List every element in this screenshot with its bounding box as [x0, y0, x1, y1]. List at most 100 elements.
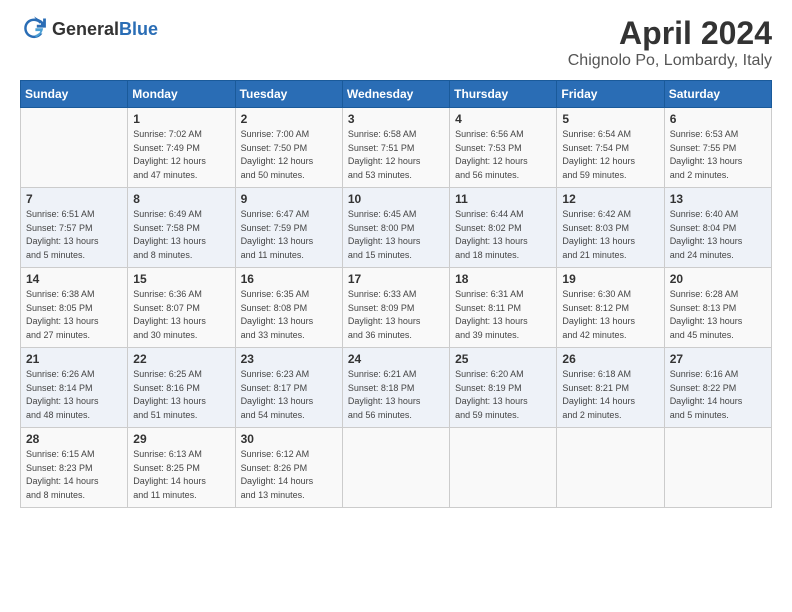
day-number: 5	[562, 112, 658, 126]
calendar-cell: 12Sunrise: 6:42 AM Sunset: 8:03 PM Dayli…	[557, 188, 664, 268]
calendar-cell: 15 Sunrise: 6:36 AM Sunset: 8:07 PM Dayli…	[128, 268, 235, 348]
logo-blue: Blue	[119, 19, 158, 39]
day-info: Sunrise: 6:13 AM Sunset: 8:25 PM Dayligh…	[133, 448, 229, 502]
calendar-cell: 26Sunrise: 6:18 AM Sunset: 8:21 PM Dayli…	[557, 348, 664, 428]
logo: GeneralBlue	[20, 15, 158, 43]
day-info: Sunrise: 7:00 AM Sunset: 7:50 PM Dayligh…	[241, 128, 337, 182]
calendar-week-row: 21 Sunrise: 6:26 AM Sunset: 8:14 PM Dayli…	[21, 348, 772, 428]
day-info: Sunrise: 6:33 AM Sunset: 8:09 PM Dayligh…	[348, 288, 444, 342]
day-number: 8	[133, 192, 229, 206]
calendar-cell: 23Sunrise: 6:23 AM Sunset: 8:17 PM Dayli…	[235, 348, 342, 428]
day-info: Sunrise: 6:49 AM Sunset: 7:58 PM Dayligh…	[133, 208, 229, 262]
logo-icon	[20, 15, 48, 43]
calendar-cell: 24 Sunrise: 6:21 AM Sunset: 8:18 PM Dayli…	[342, 348, 449, 428]
day-number: 25	[455, 352, 551, 366]
day-number: 6	[670, 112, 766, 126]
day-number: 24	[348, 352, 444, 366]
calendar-week-row: 7 Sunrise: 6:51 AM Sunset: 7:57 PM Daylig…	[21, 188, 772, 268]
calendar-day-header: Friday	[557, 81, 664, 108]
day-info: Sunrise: 6:44 AM Sunset: 8:02 PM Dayligh…	[455, 208, 551, 262]
day-number: 17	[348, 272, 444, 286]
day-info: Sunrise: 6:26 AM Sunset: 8:14 PM Dayligh…	[26, 368, 122, 422]
day-info: Sunrise: 6:21 AM Sunset: 8:18 PM Dayligh…	[348, 368, 444, 422]
calendar-cell: 21 Sunrise: 6:26 AM Sunset: 8:14 PM Dayli…	[21, 348, 128, 428]
day-info: Sunrise: 6:31 AM Sunset: 8:11 PM Dayligh…	[455, 288, 551, 342]
calendar-cell	[664, 428, 771, 508]
day-number: 7	[26, 192, 122, 206]
day-number: 29	[133, 432, 229, 446]
day-info: Sunrise: 6:51 AM Sunset: 7:57 PM Dayligh…	[26, 208, 122, 262]
calendar-week-row: 28Sunrise: 6:15 AM Sunset: 8:23 PM Dayli…	[21, 428, 772, 508]
location: Chignolo Po, Lombardy, Italy	[568, 52, 772, 70]
day-info: Sunrise: 6:15 AM Sunset: 8:23 PM Dayligh…	[26, 448, 122, 502]
day-info: Sunrise: 6:20 AM Sunset: 8:19 PM Dayligh…	[455, 368, 551, 422]
calendar-cell	[450, 428, 557, 508]
calendar-cell: 19 Sunrise: 6:30 AM Sunset: 8:12 PM Dayli…	[557, 268, 664, 348]
calendar-cell: 25 Sunrise: 6:20 AM Sunset: 8:19 PM Dayli…	[450, 348, 557, 428]
day-number: 11	[455, 192, 551, 206]
calendar-cell	[21, 108, 128, 188]
day-info: Sunrise: 6:36 AM Sunset: 8:07 PM Dayligh…	[133, 288, 229, 342]
day-number: 15	[133, 272, 229, 286]
day-info: Sunrise: 6:53 AM Sunset: 7:55 PM Dayligh…	[670, 128, 766, 182]
calendar-cell: 30 Sunrise: 6:12 AM Sunset: 8:26 PM Dayli…	[235, 428, 342, 508]
day-info: Sunrise: 6:18 AM Sunset: 8:21 PM Dayligh…	[562, 368, 658, 422]
calendar-cell: 9Sunrise: 6:47 AM Sunset: 7:59 PM Daylig…	[235, 188, 342, 268]
day-number: 12	[562, 192, 658, 206]
calendar-cell: 1 Sunrise: 7:02 AM Sunset: 7:49 PM Daylig…	[128, 108, 235, 188]
day-info: Sunrise: 6:47 AM Sunset: 7:59 PM Dayligh…	[241, 208, 337, 262]
header: GeneralBlue April 2024 Chignolo Po, Lomb…	[20, 15, 772, 70]
calendar-cell: 18Sunrise: 6:31 AM Sunset: 8:11 PM Dayli…	[450, 268, 557, 348]
calendar-cell: 2 Sunrise: 7:00 AM Sunset: 7:50 PM Daylig…	[235, 108, 342, 188]
calendar-header-row: SundayMondayTuesdayWednesdayThursdayFrid…	[21, 81, 772, 108]
calendar-cell: 29 Sunrise: 6:13 AM Sunset: 8:25 PM Dayli…	[128, 428, 235, 508]
day-number: 21	[26, 352, 122, 366]
day-info: Sunrise: 6:25 AM Sunset: 8:16 PM Dayligh…	[133, 368, 229, 422]
calendar-cell: 5 Sunrise: 6:54 AM Sunset: 7:54 PM Daylig…	[557, 108, 664, 188]
calendar-day-header: Monday	[128, 81, 235, 108]
calendar-week-row: 14Sunrise: 6:38 AM Sunset: 8:05 PM Dayli…	[21, 268, 772, 348]
calendar-day-header: Sunday	[21, 81, 128, 108]
logo-text: GeneralBlue	[52, 19, 158, 40]
day-info: Sunrise: 6:12 AM Sunset: 8:26 PM Dayligh…	[241, 448, 337, 502]
day-info: Sunrise: 6:30 AM Sunset: 8:12 PM Dayligh…	[562, 288, 658, 342]
calendar-day-header: Wednesday	[342, 81, 449, 108]
day-number: 30	[241, 432, 337, 446]
day-info: Sunrise: 6:54 AM Sunset: 7:54 PM Dayligh…	[562, 128, 658, 182]
day-number: 14	[26, 272, 122, 286]
calendar-day-header: Tuesday	[235, 81, 342, 108]
calendar-cell: 11 Sunrise: 6:44 AM Sunset: 8:02 PM Dayli…	[450, 188, 557, 268]
day-info: Sunrise: 6:56 AM Sunset: 7:53 PM Dayligh…	[455, 128, 551, 182]
calendar-cell: 22Sunrise: 6:25 AM Sunset: 8:16 PM Dayli…	[128, 348, 235, 428]
calendar-cell: 14Sunrise: 6:38 AM Sunset: 8:05 PM Dayli…	[21, 268, 128, 348]
day-info: Sunrise: 7:02 AM Sunset: 7:49 PM Dayligh…	[133, 128, 229, 182]
main-container: GeneralBlue April 2024 Chignolo Po, Lomb…	[0, 0, 792, 518]
calendar-cell: 4 Sunrise: 6:56 AM Sunset: 7:53 PM Daylig…	[450, 108, 557, 188]
calendar-cell: 8 Sunrise: 6:49 AM Sunset: 7:58 PM Daylig…	[128, 188, 235, 268]
day-number: 3	[348, 112, 444, 126]
logo-general: General	[52, 19, 119, 39]
calendar-cell: 28Sunrise: 6:15 AM Sunset: 8:23 PM Dayli…	[21, 428, 128, 508]
calendar-day-header: Thursday	[450, 81, 557, 108]
calendar-cell: 13 Sunrise: 6:40 AM Sunset: 8:04 PM Dayli…	[664, 188, 771, 268]
calendar-cell	[557, 428, 664, 508]
calendar-cell: 27Sunrise: 6:16 AM Sunset: 8:22 PM Dayli…	[664, 348, 771, 428]
calendar-cell: 6 Sunrise: 6:53 AM Sunset: 7:55 PM Daylig…	[664, 108, 771, 188]
calendar-cell: 10Sunrise: 6:45 AM Sunset: 8:00 PM Dayli…	[342, 188, 449, 268]
day-number: 4	[455, 112, 551, 126]
day-info: Sunrise: 6:40 AM Sunset: 8:04 PM Dayligh…	[670, 208, 766, 262]
title-section: April 2024 Chignolo Po, Lombardy, Italy	[568, 15, 772, 70]
day-number: 1	[133, 112, 229, 126]
calendar-cell: 16Sunrise: 6:35 AM Sunset: 8:08 PM Dayli…	[235, 268, 342, 348]
calendar-cell: 17 Sunrise: 6:33 AM Sunset: 8:09 PM Dayli…	[342, 268, 449, 348]
calendar-cell	[342, 428, 449, 508]
day-info: Sunrise: 6:35 AM Sunset: 8:08 PM Dayligh…	[241, 288, 337, 342]
day-info: Sunrise: 6:45 AM Sunset: 8:00 PM Dayligh…	[348, 208, 444, 262]
day-number: 2	[241, 112, 337, 126]
day-info: Sunrise: 6:16 AM Sunset: 8:22 PM Dayligh…	[670, 368, 766, 422]
calendar-week-row: 1 Sunrise: 7:02 AM Sunset: 7:49 PM Daylig…	[21, 108, 772, 188]
day-number: 19	[562, 272, 658, 286]
day-info: Sunrise: 6:23 AM Sunset: 8:17 PM Dayligh…	[241, 368, 337, 422]
calendar-cell: 7 Sunrise: 6:51 AM Sunset: 7:57 PM Daylig…	[21, 188, 128, 268]
day-number: 13	[670, 192, 766, 206]
